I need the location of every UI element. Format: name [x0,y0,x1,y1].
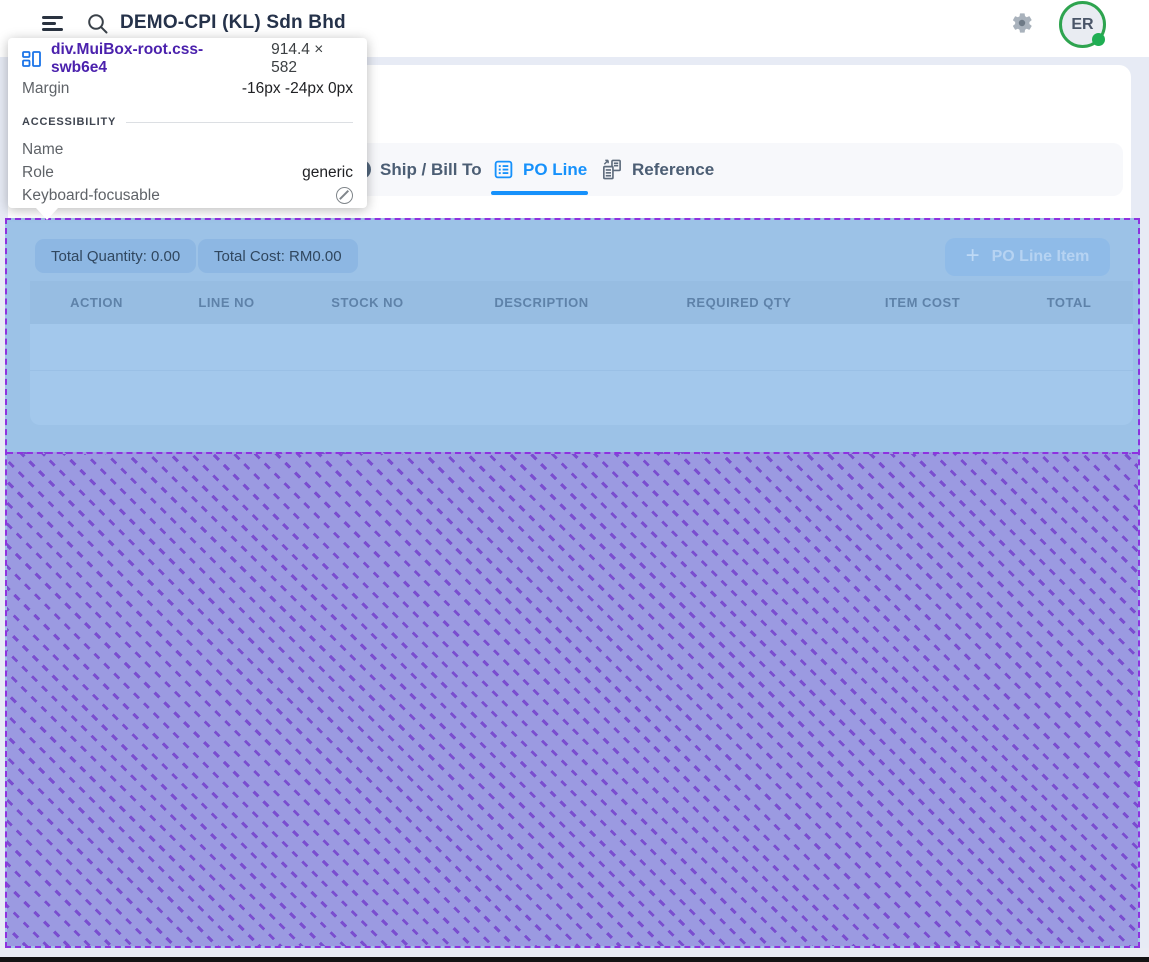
menu-icon[interactable] [42,16,63,31]
window-bottom-edge [0,957,1149,962]
total-quantity-chip: Total Quantity: 0.00 [35,239,196,273]
tab-po-line[interactable]: PO Line [493,143,587,196]
tab-po-line-label: PO Line [523,160,587,180]
search-icon[interactable] [86,12,110,36]
column-header-item-cost: ITEM COST [840,295,1005,310]
column-header-action: ACTION [30,295,163,310]
total-cost-chip: Total Cost: RM0.00 [198,239,358,273]
accessibility-heading: ACCESSIBILITY [22,116,116,128]
active-tab-underline [491,191,588,195]
inspected-element-selector: div.MuiBox-root.css-swb6e4 [51,41,258,77]
online-status-dot [1092,33,1105,46]
a11y-role-label: Role [22,164,54,182]
tab-ship-bill-to[interactable]: Ship / Bill To [352,143,482,196]
column-header-description: DESCRIPTION [445,295,638,310]
margin-value: -16px -24px 0px [242,80,353,98]
a11y-name-label: Name [22,141,63,159]
po-line-table-body-empty [30,324,1133,425]
not-focusable-icon [336,187,353,204]
a11y-role-value: generic [302,164,353,182]
devtools-inspect-tooltip: div.MuiBox-root.css-swb6e4 914.4 × 582 M… [8,38,367,208]
plus-icon: + [966,244,980,268]
accessibility-divider [126,122,353,123]
tab-reference-label: Reference [632,160,714,180]
avatar-initials: ER [1071,16,1093,34]
column-header-required-qty: REQUIRED QTY [638,295,840,310]
gear-icon[interactable] [1010,11,1034,35]
column-header-line-no: LINE NO [163,295,290,310]
devtools-margin-overlay [7,452,1138,946]
tooltip-tail [36,208,58,220]
column-header-stock-no: STOCK NO [290,295,445,310]
tab-reference[interactable]: Reference [600,143,714,196]
margin-label: Margin [22,80,69,98]
add-po-line-item-button[interactable]: + PO Line Item [945,238,1110,276]
po-line-list-icon [493,159,514,180]
inspected-element-dimensions: 914.4 × 582 [271,41,353,77]
tab-ship-bill-to-label: Ship / Bill To [380,160,482,180]
po-line-table-header: ACTION LINE NO STOCK NO DESCRIPTION REQU… [30,281,1133,324]
a11y-keyboard-label: Keyboard-focusable [22,187,160,205]
element-grid-icon [22,51,41,67]
table-row-divider [30,370,1133,371]
company-title: DEMO-CPI (KL) Sdn Bhd [120,12,346,34]
user-avatar[interactable]: ER [1059,1,1106,48]
inspect-highlight-region: Total Quantity: 0.00 Total Cost: RM0.00 … [5,218,1140,948]
add-po-line-item-label: PO Line Item [992,248,1090,266]
column-header-total: TOTAL [1005,295,1133,310]
reference-docs-icon [600,158,623,181]
